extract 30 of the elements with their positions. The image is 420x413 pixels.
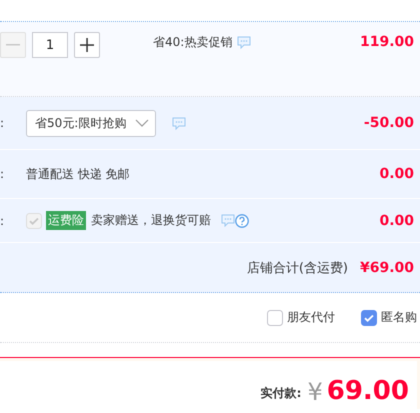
payment-label: 实付款: xyxy=(260,385,302,402)
payment-amount: 69.00 xyxy=(326,376,409,406)
store-total-label: 店铺合计(含运费) xyxy=(246,260,348,276)
minus-icon xyxy=(6,44,20,46)
help-icon[interactable] xyxy=(235,214,249,228)
label-text: : xyxy=(0,116,6,130)
insurance-badge: 运费险 xyxy=(46,211,86,230)
comment-icon[interactable] xyxy=(237,36,252,49)
option-label: 朋友代付 xyxy=(287,309,335,326)
plus-icon xyxy=(80,38,94,52)
promotion-text: 省40:热卖促销 xyxy=(153,34,232,51)
item-price: 119.00 xyxy=(360,34,414,50)
discount-amount: -50.00 xyxy=(364,115,414,131)
delivery-fee: 0.00 xyxy=(379,166,414,182)
comment-icon[interactable] xyxy=(221,214,235,227)
label-text: : xyxy=(0,167,6,181)
label-text: : xyxy=(0,214,6,228)
comment-icon[interactable] xyxy=(172,116,186,130)
store-total-amount: ¥69.00 xyxy=(360,260,414,276)
currency-symbol: ¥ xyxy=(307,378,323,406)
checkbox[interactable] xyxy=(267,310,283,326)
checkbox[interactable] xyxy=(361,310,377,326)
insurance-fee: 0.00 xyxy=(379,212,414,228)
chevron-down-icon xyxy=(135,119,149,127)
discount-select[interactable]: 省50元:限时抢购 xyxy=(26,110,156,136)
delivery-method: 普通配送 快递 免邮 xyxy=(26,166,130,182)
quantity-field[interactable]: 1 xyxy=(32,32,68,58)
increase-button[interactable] xyxy=(74,32,100,58)
option-label: 匿名购 xyxy=(381,309,417,326)
insurance-description: 卖家赠送，退换货可赔 xyxy=(91,212,211,229)
